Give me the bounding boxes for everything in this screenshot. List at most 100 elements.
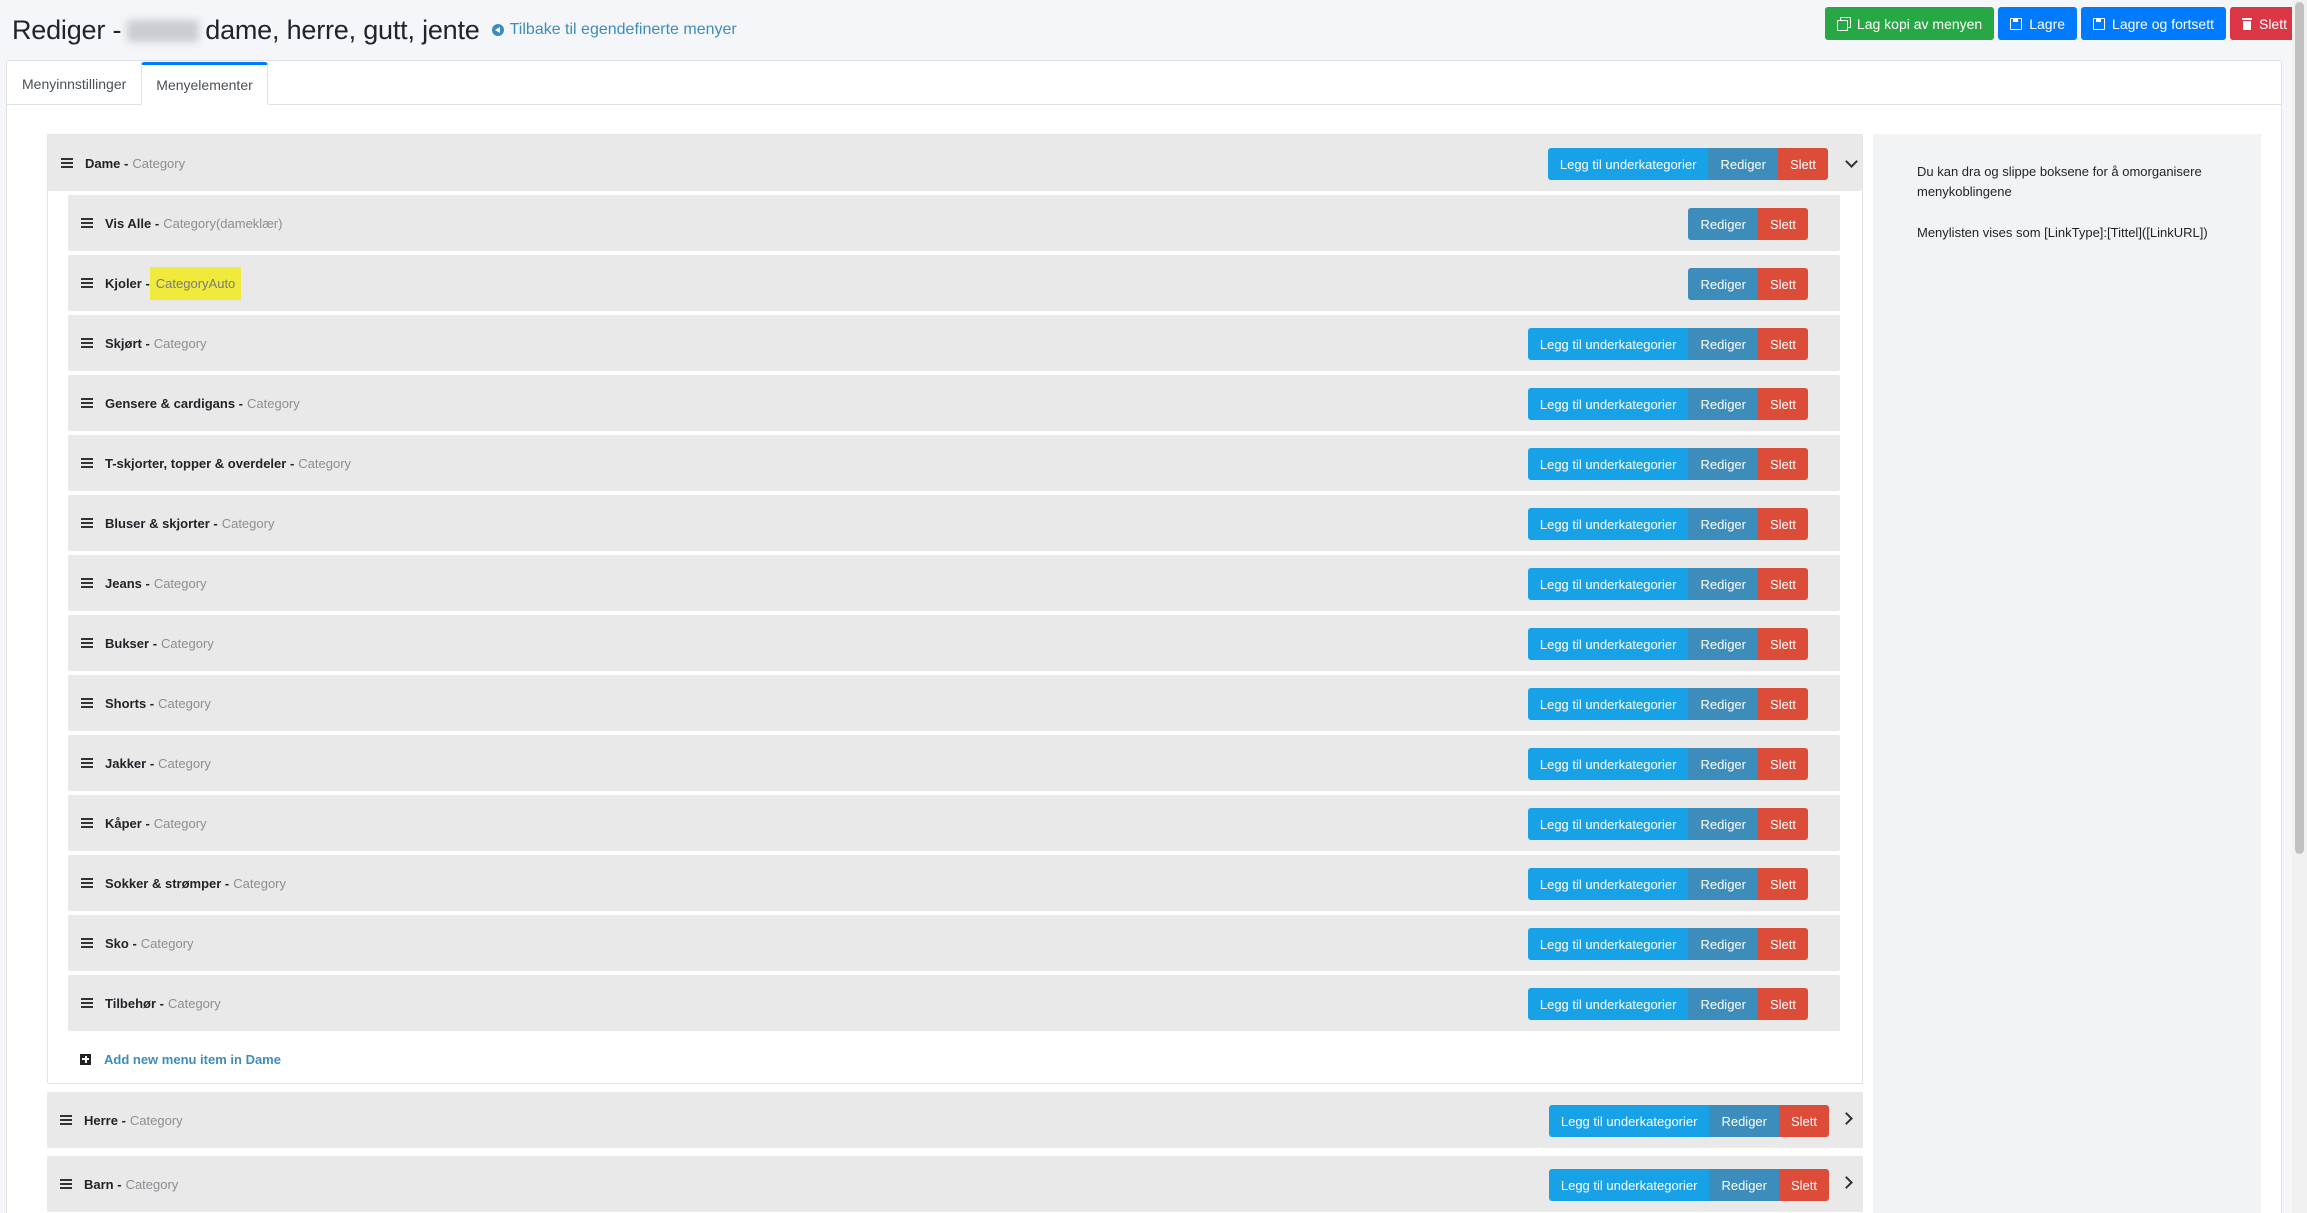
edit-button[interactable]: Rediger bbox=[1688, 328, 1758, 360]
delete-button[interactable]: Slett bbox=[1757, 928, 1808, 960]
drag-handle-icon[interactable] bbox=[81, 638, 93, 648]
chevron-right-icon[interactable] bbox=[1840, 1176, 1853, 1189]
delete-button[interactable]: Slett bbox=[1757, 688, 1808, 720]
drag-handle-icon[interactable] bbox=[81, 578, 93, 588]
submenu-item[interactable]: Kåper - Category Legg til underkategorier R… bbox=[68, 795, 1840, 851]
delete-button[interactable]: Slett bbox=[1757, 208, 1808, 240]
drag-handle-icon[interactable] bbox=[61, 158, 73, 168]
delete-button[interactable]: Slett bbox=[1757, 508, 1808, 540]
edit-button[interactable]: Rediger bbox=[1708, 148, 1778, 180]
delete-button[interactable]: Slett bbox=[1757, 328, 1808, 360]
drag-handle-icon[interactable] bbox=[60, 1179, 72, 1189]
add-subcategory-button[interactable]: Legg til underkategorier bbox=[1527, 628, 1689, 660]
drag-handle-icon[interactable] bbox=[81, 818, 93, 828]
submenu-item[interactable]: T-skjorter, topper & overdeler - Category… bbox=[68, 435, 1840, 491]
submenu-item[interactable]: Gensere & cardigans - Category Legg til un… bbox=[68, 375, 1840, 431]
delete-button[interactable]: Slett bbox=[1757, 748, 1808, 780]
save-continue-button[interactable]: Lagre og fortsett bbox=[2081, 7, 2226, 40]
delete-button[interactable]: Slett bbox=[1777, 148, 1828, 180]
edit-button[interactable]: Rediger bbox=[1688, 208, 1758, 240]
add-subcategory-button[interactable]: Legg til underkategorier bbox=[1527, 328, 1689, 360]
add-subcategory-button[interactable]: Legg til underkategorier bbox=[1527, 508, 1689, 540]
submenu-item[interactable]: Bluser & skjorter - Category Legg til unde… bbox=[68, 495, 1840, 551]
copy-menu-button[interactable]: Lag kopi av menyen bbox=[1824, 7, 1995, 40]
delete-button[interactable]: Slett bbox=[1757, 268, 1808, 300]
add-subcategory-button[interactable]: Legg til underkategorier bbox=[1548, 1169, 1710, 1201]
edit-button[interactable]: Rediger bbox=[1688, 748, 1758, 780]
delete-button[interactable]: Slett bbox=[1757, 388, 1808, 420]
add-subcategory-button[interactable]: Legg til underkategorier bbox=[1527, 448, 1689, 480]
submenu-item[interactable]: Shorts - Category Legg til underkategorier… bbox=[68, 675, 1840, 731]
drag-handle-icon[interactable] bbox=[81, 218, 93, 228]
edit-button[interactable]: Rediger bbox=[1688, 628, 1758, 660]
drag-handle-icon[interactable] bbox=[81, 338, 93, 348]
menu-item-barn[interactable]: Barn - Category Legg til underkategorier… bbox=[47, 1156, 1863, 1212]
row-actions: Legg til underkategorier Rediger Slett bbox=[1527, 328, 1808, 360]
submenu-item[interactable]: Bukser - Category Legg til underkategorier… bbox=[68, 615, 1840, 671]
submenu-item[interactable]: Kjoler - CategoryAuto Rediger Slett bbox=[68, 255, 1840, 311]
delete-button[interactable]: Slett bbox=[1757, 628, 1808, 660]
add-subcategory-button[interactable]: Legg til underkategorier bbox=[1527, 388, 1689, 420]
add-subcategory-button[interactable]: Legg til underkategorier bbox=[1527, 688, 1689, 720]
submenu-item[interactable]: Sokker & strømper - Category Legg til unde… bbox=[68, 855, 1840, 911]
drag-handle-icon[interactable] bbox=[81, 878, 93, 888]
add-subcategory-button[interactable]: Legg til underkategorier bbox=[1527, 868, 1689, 900]
add-subcategory-button[interactable]: Legg til underkategorier bbox=[1527, 928, 1689, 960]
menu-item-type: Category bbox=[125, 1176, 179, 1192]
menu-item-dame[interactable]: Dame - Category Legg til underkategorier… bbox=[48, 135, 1862, 191]
delete-menu-button[interactable]: Slett bbox=[2229, 7, 2299, 40]
add-subcategory-button[interactable]: Legg til underkategorier bbox=[1548, 1105, 1710, 1137]
page-scrollbar[interactable] bbox=[2292, 0, 2307, 1213]
edit-button[interactable]: Rediger bbox=[1688, 568, 1758, 600]
submenu-item[interactable]: Jakker - Category Legg til underkategorier… bbox=[68, 735, 1840, 791]
delete-button[interactable]: Slett bbox=[1778, 1169, 1829, 1201]
drag-handle-icon[interactable] bbox=[81, 458, 93, 468]
edit-button[interactable]: Rediger bbox=[1688, 928, 1758, 960]
menu-item-type: Category bbox=[247, 395, 300, 411]
chevron-down-icon[interactable] bbox=[1845, 155, 1858, 168]
drag-handle-icon[interactable] bbox=[60, 1115, 72, 1125]
delete-button[interactable]: Slett bbox=[1757, 868, 1808, 900]
drag-handle-icon[interactable] bbox=[81, 758, 93, 768]
submenu-item[interactable]: Tilbehør - Category Legg til underkategori… bbox=[68, 975, 1840, 1031]
add-subcategory-button[interactable]: Legg til underkategorier bbox=[1527, 568, 1689, 600]
drag-handle-icon[interactable] bbox=[81, 938, 93, 948]
tab-menu-settings[interactable]: Menyinnstillinger bbox=[7, 63, 141, 104]
edit-button[interactable]: Rediger bbox=[1688, 868, 1758, 900]
delete-button[interactable]: Slett bbox=[1757, 568, 1808, 600]
edit-button[interactable]: Rediger bbox=[1709, 1105, 1779, 1137]
submenu-item[interactable]: Skjørt - Category Legg til underkategorier… bbox=[68, 315, 1840, 371]
edit-button[interactable]: Rediger bbox=[1688, 388, 1758, 420]
add-subcategory-button[interactable]: Legg til underkategorier bbox=[1527, 808, 1689, 840]
back-link[interactable]: Tilbake til egendefinerte menyer bbox=[491, 21, 737, 39]
delete-button[interactable]: Slett bbox=[1757, 448, 1808, 480]
edit-button[interactable]: Rediger bbox=[1688, 268, 1758, 300]
drag-handle-icon[interactable] bbox=[81, 698, 93, 708]
delete-button[interactable]: Slett bbox=[1757, 988, 1808, 1020]
menu-item-name: Jakker - bbox=[105, 755, 155, 771]
edit-button[interactable]: Rediger bbox=[1688, 988, 1758, 1020]
submenu-item[interactable]: Jeans - Category Legg til underkategorier R… bbox=[68, 555, 1840, 611]
add-new-menu-item-link[interactable]: Add new menu item in Dame bbox=[48, 1035, 1862, 1083]
save-button[interactable]: Lagre bbox=[1998, 7, 2078, 40]
add-subcategory-button[interactable]: Legg til underkategorier bbox=[1527, 988, 1689, 1020]
edit-button[interactable]: Rediger bbox=[1688, 688, 1758, 720]
edit-button[interactable]: Rediger bbox=[1688, 448, 1758, 480]
submenu-item[interactable]: Sko - Category Legg til underkategorier Red… bbox=[68, 915, 1840, 971]
tab-menu-items[interactable]: Menyelementer bbox=[141, 62, 268, 105]
drag-handle-icon[interactable] bbox=[81, 518, 93, 528]
drag-handle-icon[interactable] bbox=[81, 998, 93, 1008]
delete-button[interactable]: Slett bbox=[1757, 808, 1808, 840]
submenu-item[interactable]: Vis Alle - Category(dameklær) Rediger Slett bbox=[68, 195, 1840, 251]
add-subcategory-button[interactable]: Legg til underkategorier bbox=[1527, 748, 1689, 780]
drag-handle-icon[interactable] bbox=[81, 398, 93, 408]
drag-handle-icon[interactable] bbox=[81, 278, 93, 288]
menu-item-herre[interactable]: Herre - Category Legg til underkategorie… bbox=[47, 1092, 1863, 1148]
edit-button[interactable]: Rediger bbox=[1709, 1169, 1779, 1201]
delete-button[interactable]: Slett bbox=[1778, 1105, 1829, 1137]
edit-button[interactable]: Rediger bbox=[1688, 508, 1758, 540]
chevron-right-icon[interactable] bbox=[1840, 1112, 1853, 1125]
edit-button[interactable]: Rediger bbox=[1688, 808, 1758, 840]
scrollbar-thumb[interactable] bbox=[2295, 2, 2304, 854]
add-subcategory-button[interactable]: Legg til underkategorier bbox=[1547, 148, 1709, 180]
